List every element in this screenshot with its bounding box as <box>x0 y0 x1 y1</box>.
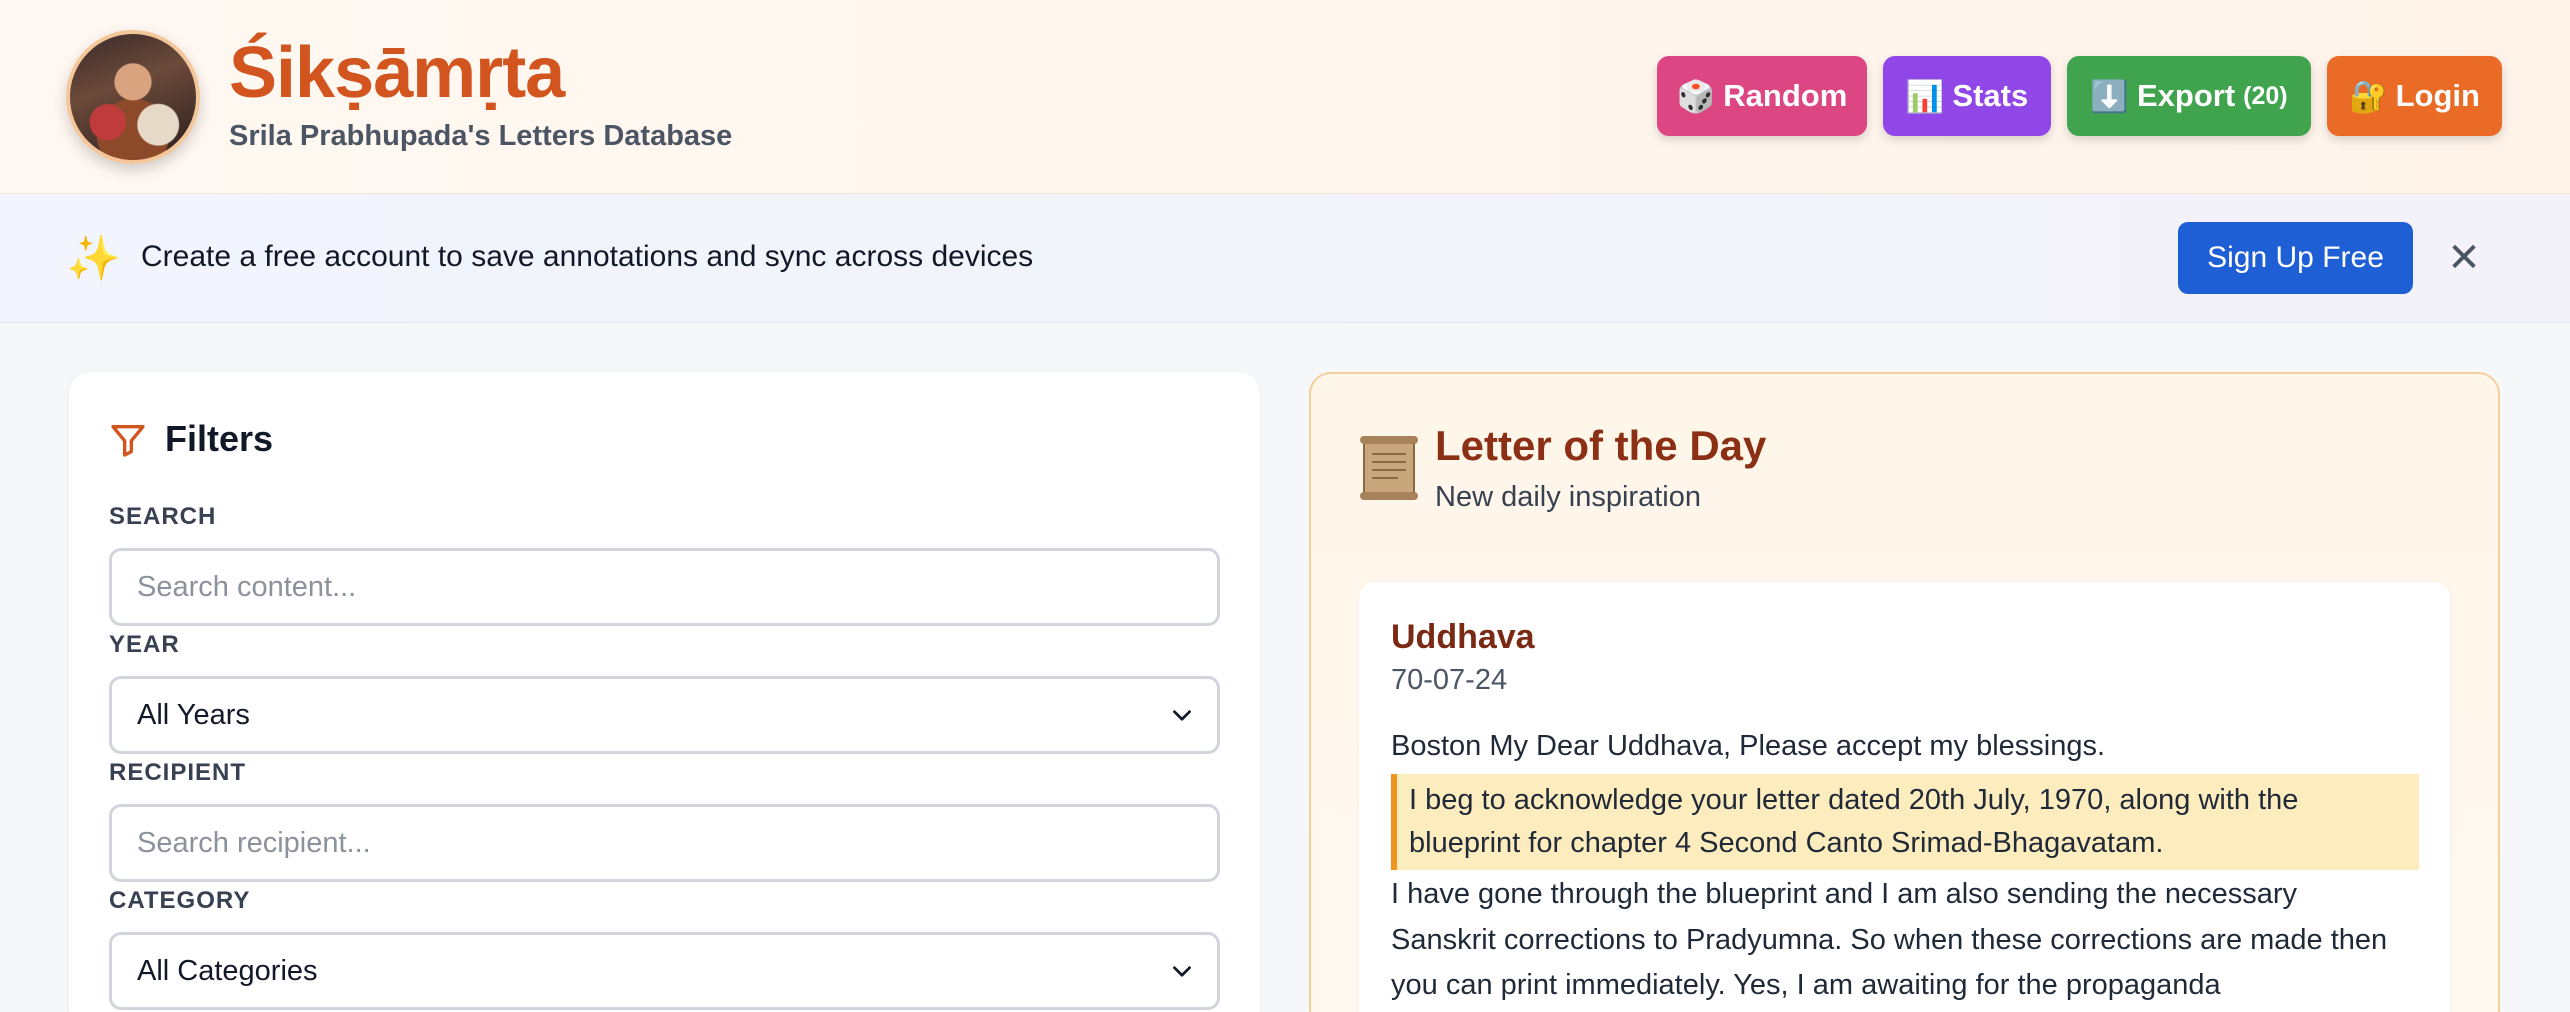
filters-title: Filters <box>165 418 274 459</box>
download-icon: ⬇️ <box>2090 78 2129 114</box>
letter-recipient[interactable]: Uddhava <box>1391 618 1535 657</box>
sparkles-icon: ✨ <box>66 234 121 283</box>
category-select-value: All Categories <box>137 954 318 987</box>
login-button-label: Login <box>2395 78 2480 113</box>
random-button[interactable]: 🎲 Random <box>1657 56 1867 136</box>
letter-body-line: you can print immediately. Yes, I am awa… <box>1391 969 2221 1001</box>
category-select[interactable]: All Categories <box>109 932 1220 1010</box>
lock-key-icon: 🔐 <box>2349 78 2388 114</box>
highlight-line: I beg to acknowledge your letter dated 2… <box>1409 784 2299 816</box>
scroll-icon <box>1360 436 1418 500</box>
year-select[interactable]: All Years <box>109 676 1220 754</box>
year-select-value: All Years <box>137 698 250 731</box>
letter-body-line: Sanskrit corrections to Pradyumna. So wh… <box>1391 924 2388 956</box>
dice-icon: 🎲 <box>1676 78 1716 114</box>
letter-highlight: I beg to acknowledge your letter dated 2… <box>1391 774 2419 870</box>
funnel-icon <box>111 425 145 457</box>
export-button-label: Export <box>2136 78 2236 113</box>
close-icon[interactable]: ✕ <box>2447 236 2481 280</box>
app-title: Śikṣāmṛta <box>229 33 565 113</box>
recipient-input[interactable]: Search recipient... <box>109 804 1220 882</box>
export-count: (20) <box>2243 81 2288 110</box>
letter-opening: Boston My Dear Uddhava, Please accept my… <box>1391 730 2106 762</box>
letter-of-the-day-title: Letter of the Day <box>1435 422 1767 469</box>
chevron-down-icon <box>1173 710 1191 721</box>
export-button[interactable]: ⬇️ Export (20) <box>2067 56 2311 136</box>
chevron-down-icon <box>1173 966 1191 977</box>
prabhupada-avatar <box>66 30 200 164</box>
random-button-label: Random <box>1723 78 1848 113</box>
login-button[interactable]: 🔐 Login <box>2327 56 2502 136</box>
letter-date: 70-07-24 <box>1391 664 1508 696</box>
highlight-line: blueprint for chapter 4 Second Canto Sri… <box>1409 827 2164 859</box>
search-label: SEARCH <box>109 503 217 530</box>
year-label: YEAR <box>109 631 180 658</box>
sign-up-button[interactable]: Sign Up Free <box>2178 222 2413 294</box>
search-input[interactable]: Search content... <box>109 548 1220 626</box>
stats-button-label: Stats <box>1952 78 2029 113</box>
stats-button[interactable]: 📊 Stats <box>1883 56 2051 136</box>
app-subtitle: Srila Prabhupada's Letters Database <box>229 120 733 152</box>
letter-body-line: I have gone through the blueprint and I … <box>1391 878 2298 910</box>
bar-chart-icon: 📊 <box>1905 78 1945 114</box>
category-label: CATEGORY <box>109 887 251 914</box>
banner-message: Create a free account to save annotation… <box>141 240 1034 273</box>
recipient-label: RECIPIENT <box>109 759 247 786</box>
letter-of-the-day-subtitle: New daily inspiration <box>1435 481 1701 513</box>
